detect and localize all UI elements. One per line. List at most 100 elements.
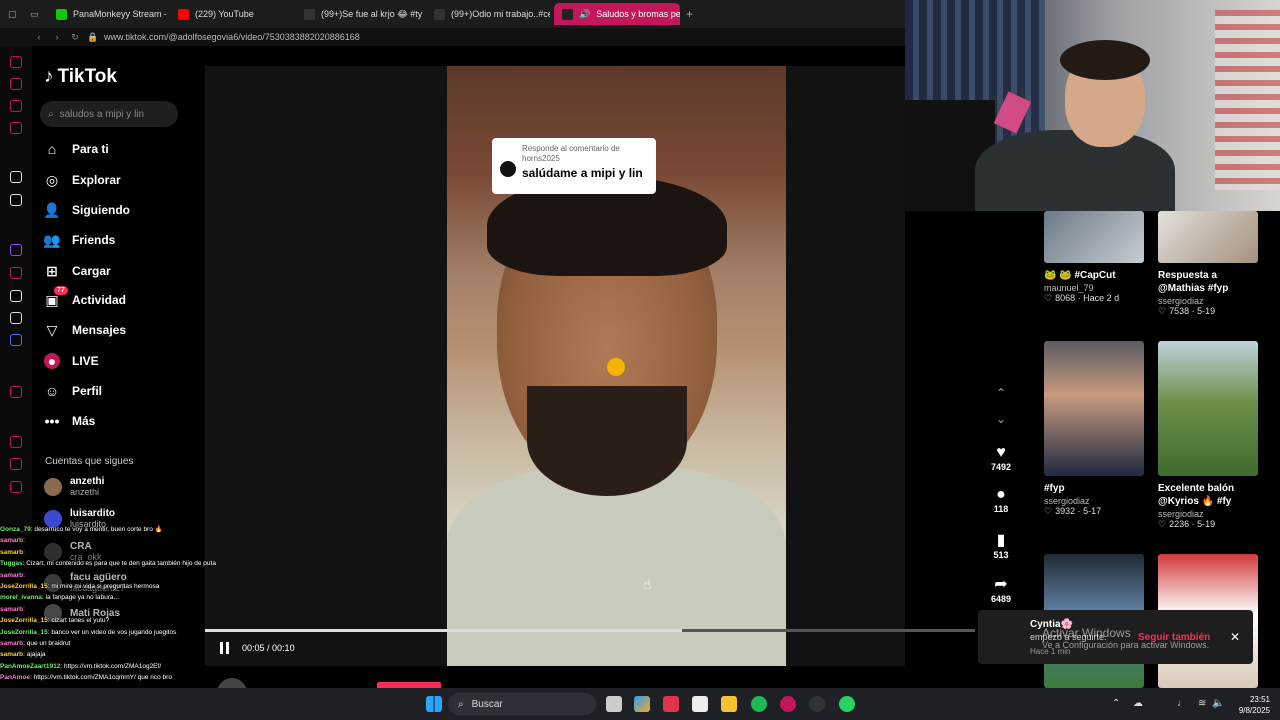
url-field[interactable]: www.tiktok.com/@adolfosegovia6/video/753… xyxy=(104,32,360,42)
chevron-up-icon[interactable]: ⌃ xyxy=(1112,698,1120,709)
sidebar-app-icon[interactable] xyxy=(10,171,22,183)
sidebar-app-icon[interactable] xyxy=(10,458,22,470)
whatsapp-icon[interactable] xyxy=(839,696,855,712)
video-card[interactable]: Excelente balón @Kyrios 🔥 #fy ssergiodia… xyxy=(1158,341,1258,530)
messages-icon: ▽ xyxy=(46,321,58,338)
chat-username: samarb xyxy=(0,571,24,579)
video-card[interactable]: Respuesta a @Mathias #fyp ssergiodiaz ♡ 7… xyxy=(1158,211,1258,317)
tiktok-icon[interactable] xyxy=(10,290,22,302)
windows-start-icon[interactable] xyxy=(426,696,442,712)
windows-activation-watermark: Activar Windows Ve a Configuración para … xyxy=(1042,626,1210,650)
chevron-down-icon[interactable]: ⌄ xyxy=(985,412,1017,426)
reload-icon[interactable]: ↻ xyxy=(66,32,84,43)
sidebar-app-icon[interactable] xyxy=(10,78,22,90)
chat-message: samarb: que un braidrut xyxy=(0,638,260,649)
x-icon[interactable] xyxy=(10,312,22,324)
tab-panamonkeyy[interactable]: PanaMonkeyy Stream - V xyxy=(48,3,166,25)
taskbar-search[interactable]: ⌕ Buscar xyxy=(448,693,596,715)
tab-youtube[interactable]: (229) YouTube xyxy=(170,3,292,25)
chat-message: JoseZorrilla_15: cizart tanes el yutu? xyxy=(0,615,260,626)
taskbar-clock[interactable]: 23:51 9/8/2025 xyxy=(1218,694,1270,716)
chat-username: samarb xyxy=(0,651,24,659)
nav-mas[interactable]: ••• Más xyxy=(44,410,96,432)
task-view-icon[interactable] xyxy=(606,696,622,712)
file-explorer-icon[interactable] xyxy=(721,696,737,712)
sidebar-app-icon[interactable] xyxy=(10,386,22,398)
forward-icon[interactable]: › xyxy=(48,32,66,42)
twitch-icon[interactable] xyxy=(10,244,22,256)
chat-text: : xyxy=(23,537,25,545)
chat-text: : que un braidrut xyxy=(23,640,71,648)
nav-cargar[interactable]: ⊞ Cargar xyxy=(44,260,111,282)
obs-icon[interactable] xyxy=(809,696,825,712)
wifi-icon[interactable]: ≋ xyxy=(1198,698,1206,709)
like-button[interactable]: ♥ 7492 xyxy=(985,444,1017,472)
microphone-icon[interactable]: ♩ xyxy=(1177,698,1187,709)
copilot-icon[interactable] xyxy=(634,696,650,712)
search-input[interactable]: ⌕ saludos a mipi y lin xyxy=(40,101,178,127)
chat-username: Tuggas xyxy=(0,560,23,568)
video-progress-fill xyxy=(205,629,683,632)
chat-username: samarb xyxy=(0,548,24,556)
chat-username: samarb xyxy=(0,605,24,613)
cloud-icon[interactable]: ☁ xyxy=(1133,698,1143,709)
video-player[interactable]: Responde al comentario de horns2025 salú… xyxy=(447,66,786,666)
nav-para-ti[interactable]: ⌂ Para ti xyxy=(44,138,109,160)
nav-actividad[interactable]: ▣ 77 Actividad xyxy=(44,286,126,311)
tab-tiktok-1[interactable]: (99+)Se fue al krjo 😂 #ty xyxy=(296,3,422,25)
avatar xyxy=(44,477,62,496)
sidebar-app-icon[interactable] xyxy=(10,122,22,134)
video-progress-bar[interactable] xyxy=(205,629,975,632)
video-card[interactable]: 🐸 🐸 #CapCut maunuel_79 ♡ 8068 · Hace 2 d xyxy=(1044,211,1144,304)
screen: ▢ ▭ PanaMonkeyy Stream - V (229) YouTube… xyxy=(0,0,1280,720)
opera-gx-icon[interactable] xyxy=(780,696,796,712)
chat-username: JoseZorrilla_15 xyxy=(0,628,48,636)
nav-perfil[interactable]: ☺ Perfil xyxy=(44,380,102,402)
mouse-cursor-icon: ☝ xyxy=(643,576,652,592)
sidebar-app-icon[interactable] xyxy=(10,194,22,206)
lock-icon: 🔒 xyxy=(87,31,99,42)
nav-siguiendo[interactable]: 👤 Siguiendo xyxy=(43,199,130,221)
chat-text: : Cizart, mi contenido es para que te de… xyxy=(22,560,216,568)
tab-tiktok-2[interactable]: (99+)Odio mi trabajo..#ce xyxy=(426,3,550,25)
nav-explorar[interactable]: ◎ Explorar xyxy=(44,169,121,191)
brave-icon[interactable] xyxy=(663,696,679,712)
save-button[interactable]: ▮ 513 xyxy=(985,530,1017,560)
following-section-title: Cuentas que sigues xyxy=(45,456,134,467)
sidebar-app-icon[interactable] xyxy=(10,436,22,448)
chat-message: Gonza_79: desarruco te voy a mentir, bue… xyxy=(0,524,260,535)
following-item[interactable]: anzethi anzethi xyxy=(44,476,104,497)
tiktok-logo[interactable]: ♪ TikTok xyxy=(44,66,117,88)
sidebar-app-icon[interactable] xyxy=(10,56,22,68)
sidebar-toggle-icon[interactable]: ▢ xyxy=(8,9,22,20)
close-icon[interactable]: ✕ xyxy=(1230,630,1240,644)
share-button[interactable]: ➦ 6489 xyxy=(985,574,1017,604)
tiktok-icon xyxy=(434,8,445,20)
webcam-hair xyxy=(1060,40,1150,80)
chat-text: : desarruco te voy a mentir, buen corte … xyxy=(30,526,163,533)
chevron-up-icon[interactable]: ⌃ xyxy=(985,386,1017,400)
activity-badge: 77 xyxy=(54,286,68,295)
search-icon: ⌕ xyxy=(48,108,54,120)
spotify-icon[interactable] xyxy=(751,696,767,712)
new-tab-button[interactable]: + xyxy=(686,7,693,21)
back-icon[interactable]: ‹ xyxy=(30,32,48,42)
upload-icon: ⊞ xyxy=(46,262,58,279)
instagram-icon[interactable] xyxy=(10,267,22,279)
chat-message: Tuggas: Cizart, mi contenido es para que… xyxy=(0,558,260,569)
tab-groups-icon[interactable]: ▭ xyxy=(30,9,44,20)
webcam-poster xyxy=(1215,10,1280,190)
tab-tiktok-active[interactable]: 🔊 Saludos y bromas pe xyxy=(554,3,680,25)
nav-live[interactable]: ● LIVE xyxy=(44,350,99,372)
nav-mensajes[interactable]: ▽ Mensajes xyxy=(44,319,126,341)
discord-icon[interactable] xyxy=(10,334,22,346)
sidebar-app-icon[interactable] xyxy=(10,100,22,112)
browser-tab-bar: ▢ ▭ PanaMonkeyy Stream - V (229) YouTube… xyxy=(0,0,905,28)
comment-button[interactable]: ● 118 xyxy=(985,486,1017,514)
home-icon: ⌂ xyxy=(47,141,57,157)
settings-icon[interactable] xyxy=(10,481,22,493)
app-icon[interactable] xyxy=(692,696,708,712)
video-card[interactable]: #fyp ssergiodiaz ♡ 3932 · 5-17 xyxy=(1044,341,1144,517)
chat-message: samarb: xyxy=(0,604,260,615)
nav-friends[interactable]: 👥 Friends xyxy=(43,229,115,251)
